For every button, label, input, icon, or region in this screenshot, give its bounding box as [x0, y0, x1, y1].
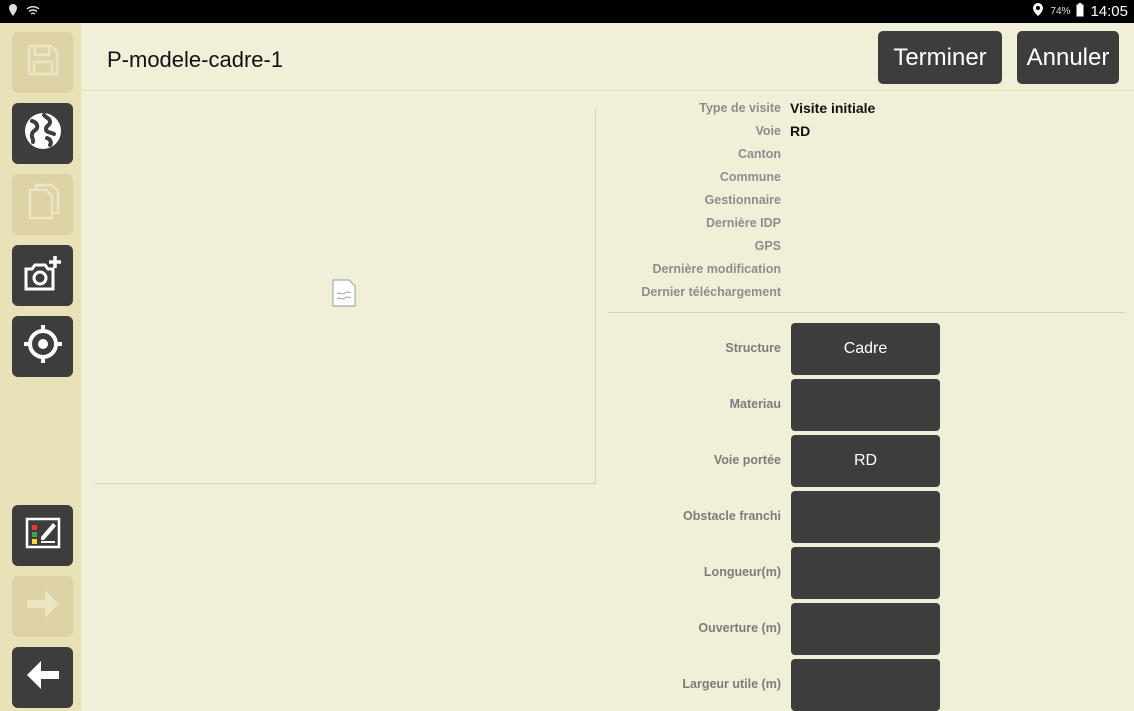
field-label-obstacle-franchi: Obstacle franchi: [683, 509, 781, 523]
save-button[interactable]: [12, 32, 73, 93]
clock: 14:05: [1090, 2, 1128, 20]
add-photo-icon: [22, 253, 64, 298]
cancel-button[interactable]: Annuler: [1017, 31, 1119, 84]
target-icon: [22, 323, 64, 370]
next-button[interactable]: [12, 576, 73, 637]
finish-button[interactable]: Terminer: [878, 31, 1002, 84]
edit-form-icon: [22, 513, 64, 558]
locate-button[interactable]: [12, 316, 73, 377]
info-label-gestionnaire: Gestionnaire: [704, 193, 781, 207]
back-button[interactable]: [12, 647, 73, 708]
info-label-commune: Commune: [719, 170, 781, 184]
info-value-type-visite: Visite initiale: [790, 100, 876, 116]
save-icon: [24, 41, 62, 84]
wifi-icon: [26, 3, 40, 22]
battery-icon: [1076, 2, 1084, 20]
field-label-materiau: Materiau: [729, 397, 781, 411]
sidebar: [0, 23, 81, 711]
globe-icon: [22, 110, 64, 157]
status-bar: 74% 14:05: [0, 0, 1134, 23]
info-value-voie: RD: [790, 123, 811, 139]
info-label-voie: Voie: [755, 124, 781, 138]
location-icon: [1032, 2, 1044, 20]
field-materiau-button[interactable]: [791, 379, 940, 431]
info-label-type-visite: Type de visite: [699, 101, 781, 115]
field-label-structure: Structure: [725, 341, 781, 355]
info-label-canton: Canton: [737, 147, 781, 161]
battery-percent: 74%: [1050, 5, 1071, 17]
field-longueur-button[interactable]: [791, 547, 940, 599]
field-voie-portee-button[interactable]: RD: [791, 435, 940, 487]
info-label-derniere-modification: Dernière modification: [652, 262, 782, 276]
page-title: P-modele-cadre-1: [107, 47, 284, 72]
field-label-longueur: Longueur(m): [703, 565, 781, 579]
add-photo-button[interactable]: [12, 245, 73, 306]
arrow-right-icon: [23, 586, 63, 627]
field-obstacle-franchi-button[interactable]: [791, 491, 940, 543]
arrow-left-icon: [23, 657, 63, 698]
field-ouverture-button[interactable]: [791, 603, 940, 655]
info-label-derniere-idp: Dernière IDP: [705, 216, 781, 230]
field-label-ouverture: Ouverture (m): [698, 621, 781, 635]
map-button[interactable]: [12, 103, 73, 164]
field-largeur-utile-button[interactable]: [791, 659, 940, 711]
location-pin-notification-icon: [8, 3, 18, 22]
info-label-dernier-telechargement: Dernier téléchargement: [641, 285, 781, 299]
copy-button[interactable]: [12, 174, 73, 235]
field-label-voie-portee: Voie portée: [713, 453, 781, 467]
photo-area[interactable]: [95, 108, 596, 484]
header: P-modele-cadre-1 Terminer Annuler: [81, 23, 1134, 91]
field-structure-button[interactable]: Cadre: [791, 323, 940, 375]
field-label-largeur-utile: Largeur utile (m): [682, 677, 781, 691]
image-placeholder-icon: [331, 278, 357, 313]
section-divider: [608, 312, 1126, 313]
copy-icon: [25, 182, 61, 227]
edit-form-button[interactable]: [12, 505, 73, 566]
info-label-gps: GPS: [754, 239, 781, 253]
